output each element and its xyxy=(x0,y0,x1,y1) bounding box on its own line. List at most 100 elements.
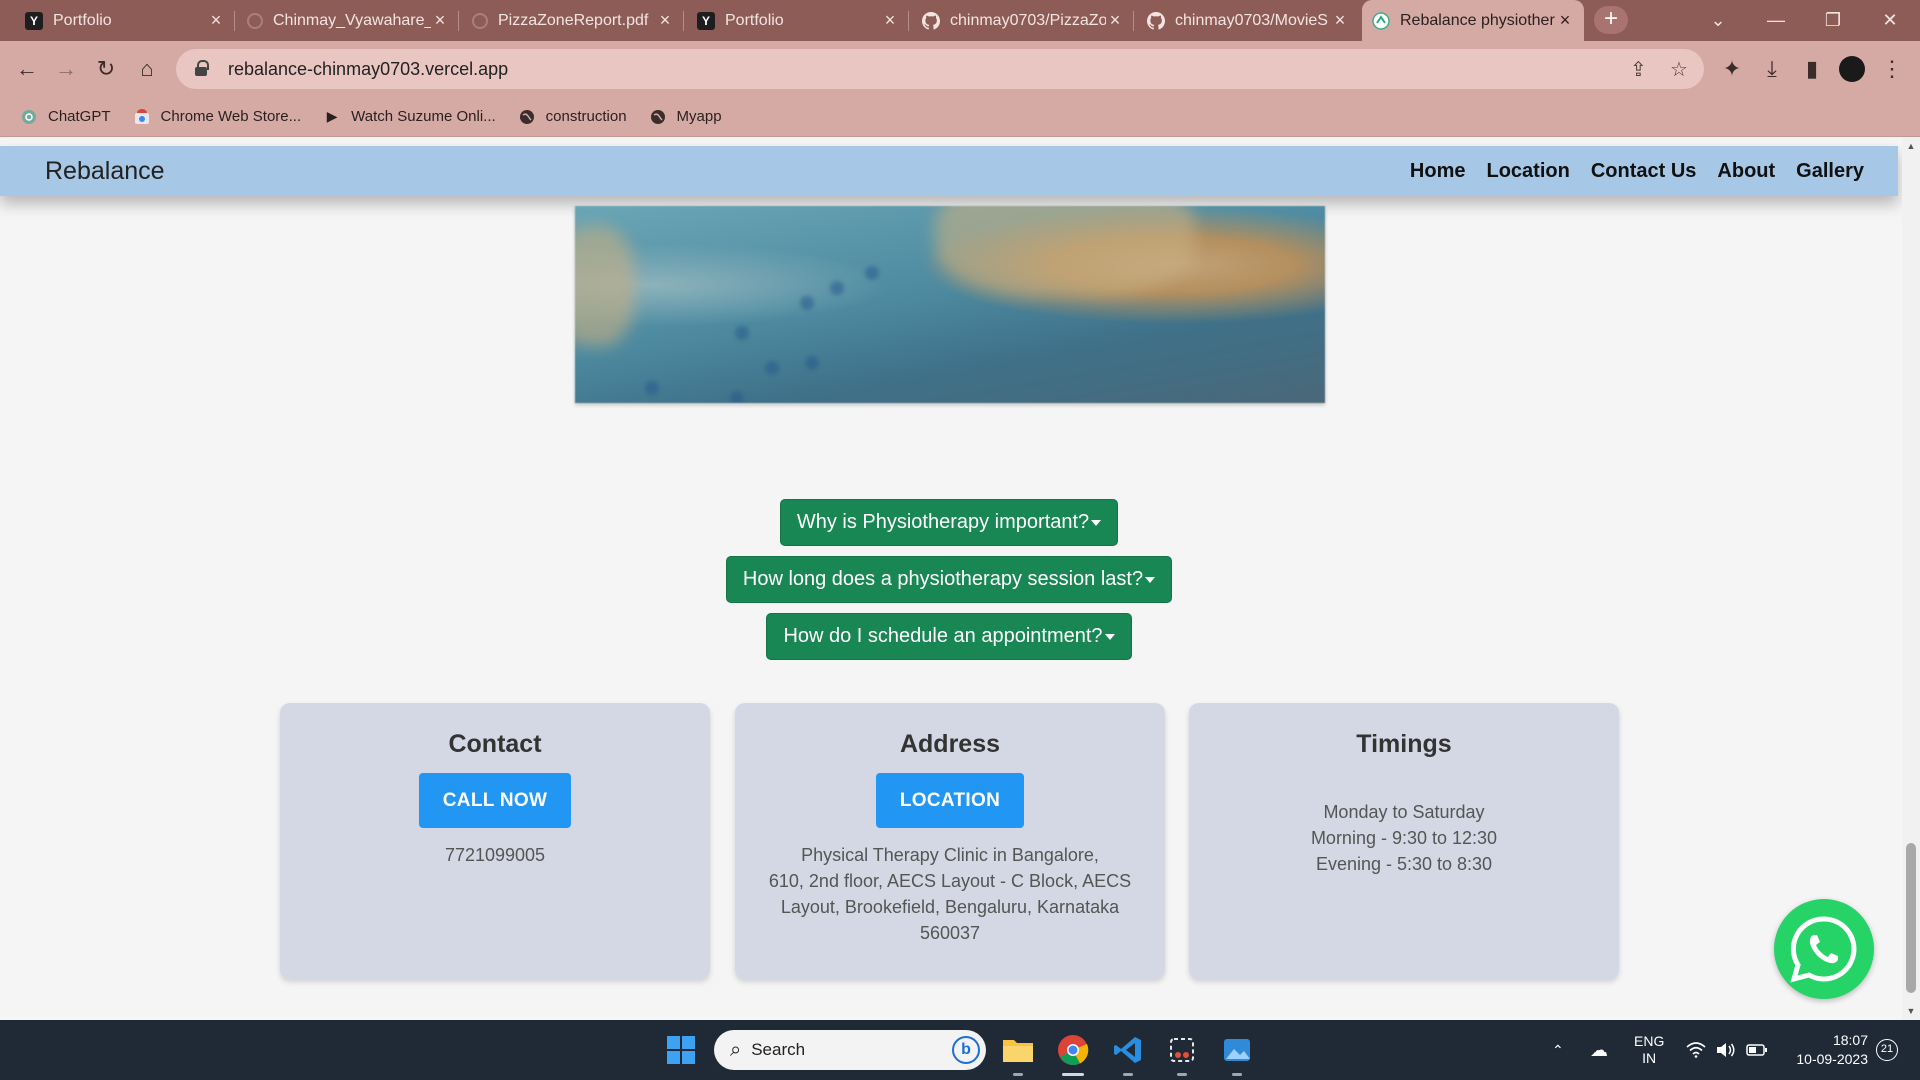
close-window-icon[interactable]: ✕ xyxy=(1862,0,1918,41)
onedrive-cloud-icon[interactable]: ☁ xyxy=(1590,1020,1608,1080)
profile-avatar[interactable] xyxy=(1834,51,1870,87)
tab-portfolio-1[interactable]: Y Portfolio × xyxy=(15,0,235,41)
tab-strip: Y Portfolio × Chinmay_Vyawahare_ × Pizza… xyxy=(0,0,1920,41)
globe-icon xyxy=(472,12,488,29)
address-line: Layout, Brookefield, Bengaluru, Karnatak… xyxy=(780,897,1120,917)
scrollbar-thumb[interactable] xyxy=(1906,843,1916,993)
restore-icon[interactable]: ❐ xyxy=(1805,0,1861,41)
extensions-icon[interactable]: ✦ xyxy=(1714,51,1750,87)
faq-why-physiotherapy-button[interactable]: Why is Physiotherapy important? xyxy=(779,499,1119,546)
download-icon[interactable]: ⤓ xyxy=(1754,51,1790,87)
nav-about[interactable]: About xyxy=(1717,160,1775,183)
caret-down-icon xyxy=(1104,633,1115,640)
home-icon[interactable]: ⌂ xyxy=(129,51,165,87)
browser-toolbar: ← → ↻ ⌂ rebalance-chinmay0703.vercel.app… xyxy=(0,41,1920,97)
show-hidden-icons-chevron-icon[interactable]: ⌃ xyxy=(1552,1020,1564,1080)
side-panel-icon[interactable]: ▮ xyxy=(1794,51,1830,87)
tab-rebalance-active[interactable]: Rebalance physiother × xyxy=(1362,0,1584,41)
play-icon: ▶ xyxy=(326,108,338,124)
vscode-icon[interactable] xyxy=(1110,1032,1146,1076)
globe-icon xyxy=(518,108,536,126)
caret-down-icon xyxy=(1091,519,1102,526)
caret-down-icon xyxy=(1145,576,1156,583)
tab-github-pizzazone[interactable]: chinmay0703/PizzaZo × xyxy=(912,0,1134,41)
nav-gallery[interactable]: Gallery xyxy=(1796,160,1864,183)
faq-schedule-appointment-button[interactable]: How do I schedule an appointment? xyxy=(766,613,1132,660)
github-icon xyxy=(922,11,940,30)
volume-icon[interactable] xyxy=(1716,1020,1736,1080)
clock-time: 18:07 xyxy=(1832,1032,1868,1048)
reload-icon[interactable]: ↻ xyxy=(88,51,124,87)
close-icon[interactable]: × xyxy=(1331,10,1349,31)
bing-icon[interactable]: b xyxy=(952,1036,980,1064)
bookmark-chrome-web-store[interactable]: Chrome Web Store... xyxy=(133,108,301,126)
map-banner-image xyxy=(575,206,1325,403)
bookmark-myapp[interactable]: Myapp xyxy=(649,108,722,126)
tab-pizzazone-report[interactable]: PizzaZoneReport.pdf × xyxy=(462,0,684,41)
tab-chinmay-resume[interactable]: Chinmay_Vyawahare_ × xyxy=(237,0,459,41)
rebalance-icon xyxy=(1372,11,1390,30)
address-line: Physical Therapy Clinic in Bangalore, xyxy=(801,845,1099,865)
faq-label: Why is Physiotherapy important? xyxy=(796,511,1090,533)
faq-row: Why is Physiotherapy important? xyxy=(0,499,1898,546)
close-icon[interactable]: × xyxy=(431,10,449,31)
share-icon[interactable]: ⇪ xyxy=(1630,57,1647,82)
tab-title: Rebalance physiother xyxy=(1400,11,1555,29)
site-brand[interactable]: Rebalance xyxy=(45,157,165,186)
nav-contact-us[interactable]: Contact Us xyxy=(1591,160,1697,183)
whatsapp-chat-button[interactable] xyxy=(1774,899,1874,999)
tab-github-moviesite[interactable]: chinmay0703/MovieS × xyxy=(1137,0,1359,41)
notification-center[interactable]: 21 xyxy=(1876,1020,1898,1080)
github-icon xyxy=(1147,11,1165,30)
bookmark-label: ChatGPT xyxy=(48,108,111,125)
close-icon[interactable]: × xyxy=(881,10,899,31)
location-button[interactable]: LOCATION xyxy=(875,773,1025,828)
chrome-icon[interactable] xyxy=(1055,1032,1091,1076)
card-title: Timings xyxy=(1356,730,1452,758)
globe-icon xyxy=(649,108,667,126)
faq-session-length-button[interactable]: How long does a physiotherapy session la… xyxy=(725,556,1173,603)
windows-start-icon[interactable] xyxy=(667,1036,695,1064)
back-icon[interactable]: ← xyxy=(9,51,45,87)
scroll-down-icon[interactable]: ▼ xyxy=(1902,1006,1920,1016)
page-scrollbar[interactable]: ▲ ▼ xyxy=(1902,137,1920,1020)
nav-home[interactable]: Home xyxy=(1410,160,1466,183)
call-now-button[interactable]: CALL NOW xyxy=(418,773,572,828)
snipping-tool-icon[interactable] xyxy=(1164,1032,1200,1076)
file-explorer-icon[interactable] xyxy=(1000,1032,1036,1076)
bookmark-watch-suzume[interactable]: ▶ Watch Suzume Onli... xyxy=(323,108,496,126)
search-placeholder: Search xyxy=(751,1040,806,1059)
address-bar[interactable]: rebalance-chinmay0703.vercel.app ⇪ ☆ xyxy=(176,49,1704,89)
bookmark-construction[interactable]: construction xyxy=(518,108,627,126)
language-indicator[interactable]: ENG IN xyxy=(1634,1020,1664,1080)
photos-icon[interactable] xyxy=(1219,1032,1255,1076)
minimize-icon[interactable]: — xyxy=(1748,0,1804,41)
close-icon[interactable]: × xyxy=(1556,10,1574,31)
clock[interactable]: 18:07 10-09-2023 xyxy=(1786,1020,1868,1080)
bookmark-label: Watch Suzume Onli... xyxy=(351,108,496,125)
forward-icon[interactable]: → xyxy=(48,51,84,87)
windows-taskbar: ⌕ Search b ⌃ ☁ ENG IN 18:07 10-09-2023 2… xyxy=(0,1020,1920,1080)
taskbar-search-box[interactable]: ⌕ Search b xyxy=(714,1030,986,1070)
faq-row: How do I schedule an appointment? xyxy=(0,613,1898,660)
nav-location[interactable]: Location xyxy=(1486,160,1569,183)
bookmark-star-icon[interactable]: ☆ xyxy=(1670,57,1688,82)
tab-title: Chinmay_Vyawahare_ xyxy=(273,11,431,29)
scroll-up-icon[interactable]: ▲ xyxy=(1902,141,1920,151)
wifi-icon[interactable] xyxy=(1686,1020,1706,1080)
menu-kebab-icon[interactable]: ⋮ xyxy=(1874,51,1910,87)
close-icon[interactable]: × xyxy=(207,10,225,31)
chatgpt-icon xyxy=(20,108,38,126)
close-icon[interactable]: × xyxy=(1106,10,1124,31)
tab-portfolio-2[interactable]: Y Portfolio × xyxy=(687,0,909,41)
battery-icon[interactable] xyxy=(1746,1020,1768,1080)
tab-title: chinmay0703/PizzaZo xyxy=(950,11,1106,29)
bookmark-chatgpt[interactable]: ChatGPT xyxy=(20,108,111,126)
close-icon[interactable]: × xyxy=(656,10,674,31)
nav-links: Home Location Contact Us About Gallery xyxy=(1389,160,1864,183)
search-icon: ⌕ xyxy=(730,1038,742,1061)
address-card: Address LOCATION Physical Therapy Clinic… xyxy=(735,703,1165,979)
tab-search-chevron-icon[interactable]: ⌄ xyxy=(1690,0,1746,41)
page-viewport: Rebalance Home Location Contact Us About… xyxy=(0,137,1920,1020)
new-tab-button[interactable]: + xyxy=(1594,6,1628,34)
